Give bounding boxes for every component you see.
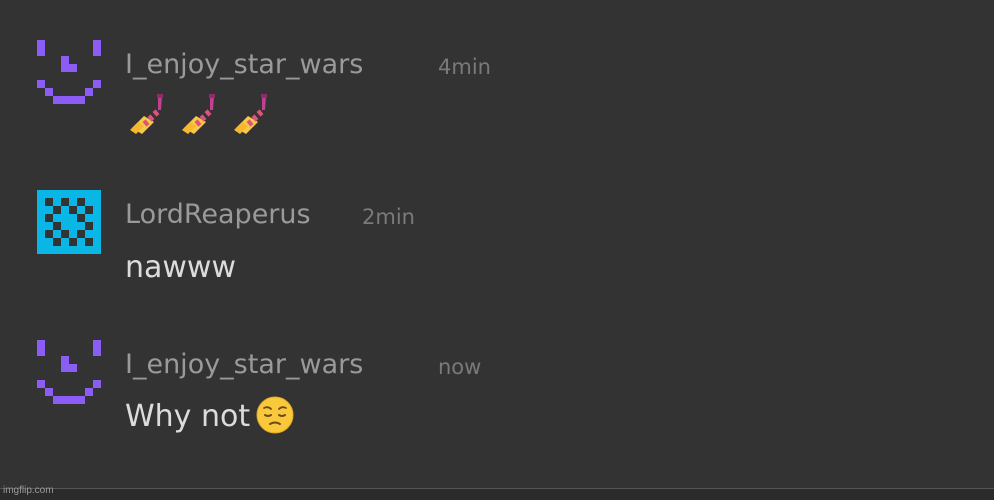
purple-pixel-face-icon <box>37 340 101 404</box>
message-emojis <box>124 90 280 136</box>
watermark: imgflip.com <box>3 485 54 496</box>
message-text: Why not <box>125 399 251 434</box>
timestamp: now <box>438 355 482 379</box>
username[interactable]: I_enjoy_star_wars <box>125 48 363 82</box>
chat-feed: I_enjoy_star_wars 4min LordReaperus 2min… <box>0 0 994 488</box>
footer-bar <box>0 488 994 500</box>
nail-polish-emoji-icon <box>124 92 168 136</box>
timestamp: 4min <box>438 55 491 79</box>
chat-message: LordReaperus 2min nawww <box>0 190 994 320</box>
pensive-face-emoji-icon <box>256 396 294 434</box>
username[interactable]: I_enjoy_star_wars <box>125 348 363 382</box>
avatar[interactable] <box>37 40 101 104</box>
message-text-line: Why not <box>125 396 294 437</box>
cyan-checker-pattern-icon <box>37 190 101 254</box>
nail-polish-emoji-icon <box>228 92 272 136</box>
purple-pixel-face-icon <box>37 40 101 104</box>
avatar[interactable] <box>37 190 101 254</box>
avatar[interactable] <box>37 340 101 404</box>
nail-polish-emoji-icon <box>176 92 220 136</box>
timestamp: 2min <box>362 205 415 229</box>
message-text: nawww <box>125 250 237 285</box>
chat-message: I_enjoy_star_wars now Why not <box>0 340 994 470</box>
username[interactable]: LordReaperus <box>125 198 311 232</box>
chat-message: I_enjoy_star_wars 4min <box>0 40 994 170</box>
